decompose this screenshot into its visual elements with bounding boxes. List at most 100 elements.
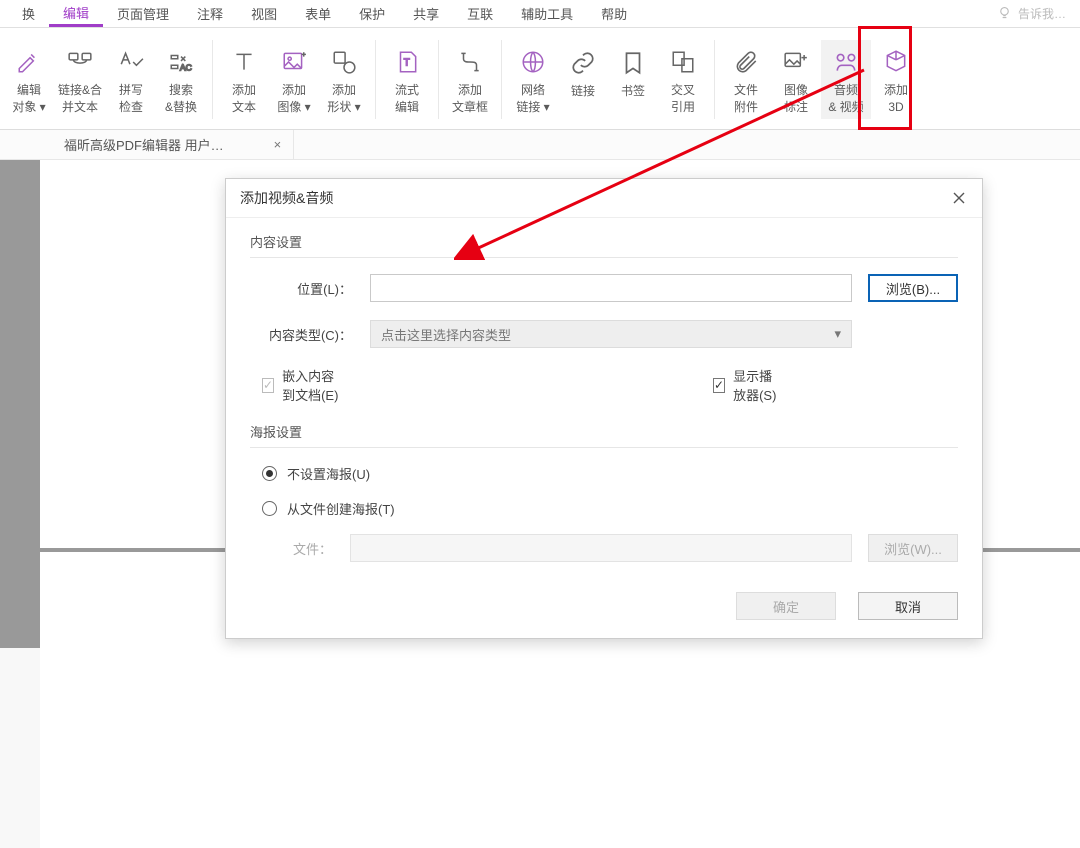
- image-annot-label: 图像 标注: [784, 82, 808, 114]
- tab-page-management[interactable]: 页面管理: [103, 0, 183, 27]
- flow-edit-label: 流式 编辑: [395, 82, 419, 114]
- tab-accessibility[interactable]: 辅助工具: [507, 0, 587, 27]
- image-annot-button[interactable]: 图像 标注: [771, 40, 821, 118]
- tab-help[interactable]: 帮助: [587, 0, 641, 27]
- audio-video-label: 音频 & 视频: [828, 82, 863, 114]
- web-link-label: 网络 链接 ▾: [516, 82, 549, 114]
- content-settings-title: 内容设置: [250, 232, 958, 251]
- spellcheck-button[interactable]: 拼写 检查: [106, 40, 156, 118]
- content-type-placeholder: 点击这里选择内容类型: [381, 325, 511, 344]
- attachment-label: 文件 附件: [734, 82, 758, 114]
- cross-ref-icon: [669, 48, 697, 76]
- chevron-down-icon: ▾: [834, 326, 841, 342]
- close-icon[interactable]: ×: [274, 137, 282, 152]
- embed-checkbox[interactable]: ✓ 嵌入内容到文档(E): [262, 366, 343, 404]
- search-replace-label: 搜索 &替换: [165, 82, 197, 114]
- separator: [714, 40, 715, 119]
- bookmark-icon: [619, 49, 647, 77]
- tab-protect[interactable]: 保护: [345, 0, 399, 27]
- poster-settings-section: 海报设置 不设置海报(U) 从文件创建海报(T) 文件： 浏览(W)...: [250, 422, 958, 562]
- add-image-button[interactable]: 添加 图像 ▾: [269, 40, 319, 118]
- add-image-icon: [280, 48, 308, 76]
- location-label: 位置(L)：: [250, 279, 370, 298]
- ok-button[interactable]: 确定: [736, 592, 836, 620]
- browse-location-button[interactable]: 浏览(B)...: [868, 274, 958, 302]
- tab-convert[interactable]: 换: [8, 0, 49, 27]
- content-settings-section: 内容设置 位置(L)： 浏览(B)... 内容类型(C)： 点击这里选择内容类型…: [250, 232, 958, 404]
- article-box-icon: [456, 48, 484, 76]
- svg-text:T: T: [404, 58, 410, 69]
- link-icon: [569, 49, 597, 77]
- add-shape-button[interactable]: 添加 形状 ▾: [319, 40, 369, 118]
- document-tab-bar: 福昕高级PDF编辑器 用户… ×: [0, 130, 1080, 160]
- tab-form[interactable]: 表单: [291, 0, 345, 27]
- no-poster-label: 不设置海报(U): [287, 464, 370, 483]
- separator: [501, 40, 502, 119]
- document-tab[interactable]: 福昕高级PDF编辑器 用户… ×: [52, 130, 294, 159]
- dialog-title: 添加视频&音频: [240, 188, 333, 208]
- spellcheck-icon: [117, 48, 145, 76]
- cancel-button[interactable]: 取消: [858, 592, 958, 620]
- tell-me-search[interactable]: 告诉我…: [997, 5, 1066, 23]
- flow-edit-button[interactable]: T 流式 编辑: [382, 40, 432, 118]
- link-button[interactable]: 链接: [558, 41, 608, 119]
- poster-settings-title: 海报设置: [250, 422, 958, 441]
- svg-text:AC: AC: [180, 63, 192, 73]
- lightbulb-icon: [997, 5, 1012, 23]
- web-link-icon: [519, 48, 547, 76]
- show-player-checkbox[interactable]: ✓ 显示播放器(S): [713, 366, 778, 404]
- audio-video-button[interactable]: 音频 & 视频: [821, 40, 871, 118]
- bookmark-button[interactable]: 书签: [608, 41, 658, 119]
- separator: [375, 40, 376, 119]
- tab-view[interactable]: 视图: [237, 0, 291, 27]
- ribbon-toolbar: 编辑 对象 ▾ 链接&合 并文本 拼写 检查 AC 搜索 &替换 添加 文本 添…: [0, 28, 1080, 130]
- article-box-button[interactable]: 添加 文章框: [445, 40, 495, 118]
- dialog-close-button[interactable]: [948, 187, 970, 209]
- link-merge-label: 链接&合 并文本: [58, 82, 102, 114]
- tab-share[interactable]: 共享: [399, 0, 453, 27]
- bookmark-label: 书签: [621, 83, 645, 115]
- add-3d-label: 添加 3D: [884, 82, 908, 114]
- show-player-label: 显示播放器(S): [733, 366, 778, 404]
- tab-comment[interactable]: 注释: [183, 0, 237, 27]
- content-type-select[interactable]: 点击这里选择内容类型 ▾: [370, 320, 852, 348]
- tell-me-placeholder: 告诉我…: [1018, 5, 1066, 22]
- article-box-label: 添加 文章框: [452, 82, 488, 114]
- spellcheck-label: 拼写 检查: [119, 82, 143, 114]
- edit-object-icon: [15, 48, 43, 76]
- add-3d-button[interactable]: 添加 3D: [871, 40, 921, 118]
- add-text-icon: [230, 48, 258, 76]
- add-image-label: 添加 图像 ▾: [277, 82, 310, 114]
- search-replace-button[interactable]: AC 搜索 &替换: [156, 40, 206, 118]
- document-tab-title: 福昕高级PDF编辑器 用户…: [64, 135, 224, 154]
- link-merge-icon: [66, 48, 94, 76]
- link-merge-button[interactable]: 链接&合 并文本: [54, 40, 106, 118]
- dialog-footer: 确定 取消: [250, 580, 958, 622]
- from-file-label: 从文件创建海报(T): [287, 499, 395, 518]
- attachment-button[interactable]: 文件 附件: [721, 40, 771, 118]
- edit-object-label: 编辑 对象 ▾: [12, 82, 45, 114]
- browse-poster-button: 浏览(W)...: [868, 534, 958, 562]
- add-text-label: 添加 文本: [232, 82, 256, 114]
- audio-video-icon: [832, 48, 860, 76]
- location-input[interactable]: [370, 274, 852, 302]
- tab-connect[interactable]: 互联: [453, 0, 507, 27]
- edit-object-button[interactable]: 编辑 对象 ▾: [4, 40, 54, 118]
- link-label: 链接: [571, 83, 595, 115]
- poster-file-input: [350, 534, 852, 562]
- add-text-button[interactable]: 添加 文本: [219, 40, 269, 118]
- attachment-icon: [732, 48, 760, 76]
- from-file-radio[interactable]: 从文件创建海报(T): [250, 499, 958, 518]
- tab-edit[interactable]: 编辑: [49, 0, 103, 27]
- add-shape-icon: [330, 48, 358, 76]
- separator: [212, 40, 213, 119]
- cross-ref-button[interactable]: 交叉 引用: [658, 40, 708, 118]
- content-type-label: 内容类型(C)：: [250, 325, 370, 344]
- image-annot-icon: [782, 48, 810, 76]
- add-3d-icon: [882, 48, 910, 76]
- flow-edit-icon: T: [393, 48, 421, 76]
- web-link-button[interactable]: 网络 链接 ▾: [508, 40, 558, 118]
- embed-label: 嵌入内容到文档(E): [282, 366, 343, 404]
- menu-bar: 换 编辑 页面管理 注释 视图 表单 保护 共享 互联 辅助工具 帮助 告诉我…: [0, 0, 1080, 28]
- no-poster-radio[interactable]: 不设置海报(U): [250, 464, 958, 483]
